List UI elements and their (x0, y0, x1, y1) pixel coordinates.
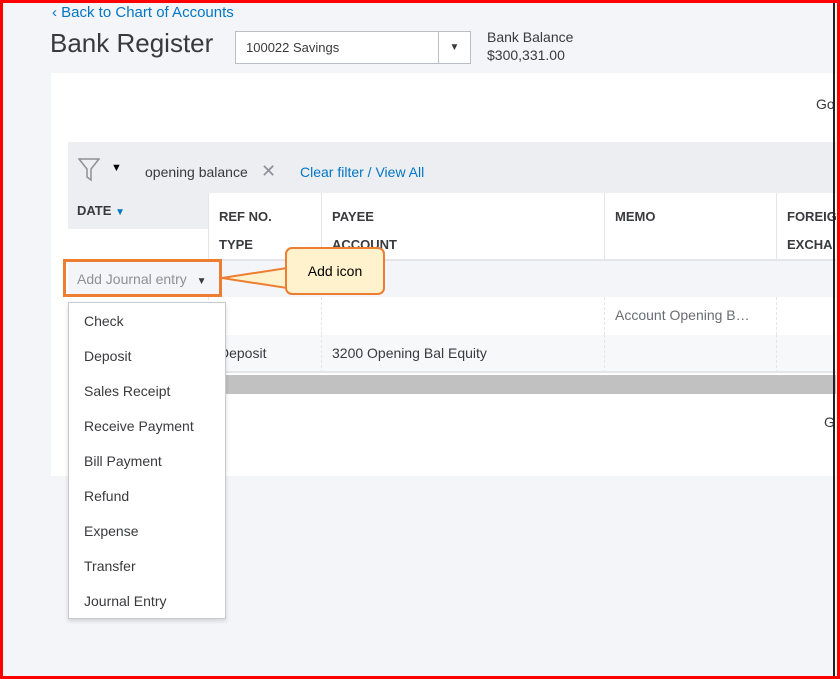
back-to-chart-of-accounts-link[interactable]: ‹ Back to Chart of Accounts (52, 4, 234, 21)
bank-balance-value: $300,331.00 (487, 47, 565, 63)
menu-item-journal-entry[interactable]: Journal Entry (69, 583, 225, 618)
bank-balance-label: Bank Balance (487, 29, 574, 45)
menu-item-expense[interactable]: Expense (69, 513, 225, 548)
menu-item-refund[interactable]: Refund (69, 478, 225, 513)
ref-header: REF NO. (219, 209, 272, 224)
column-header-date[interactable]: DATE ▼ (68, 193, 208, 229)
menu-item-sales-receipt[interactable]: Sales Receipt (69, 373, 225, 408)
filter-caret-icon[interactable]: ▼ (111, 162, 122, 174)
chevron-left-icon: ‹ (52, 4, 62, 21)
menu-item-bill-payment[interactable]: Bill Payment (69, 443, 225, 478)
remove-filter-icon[interactable]: ✕ (261, 161, 276, 182)
menu-item-check[interactable]: Check (69, 303, 225, 338)
cell-foreign (776, 297, 836, 335)
foreign-header: FOREIG (787, 209, 836, 224)
transaction-type-menu: Check Deposit Sales Receipt Receive Paym… (68, 302, 226, 619)
page-title: Bank Register (50, 28, 214, 58)
add-button-label: Add Journal entry (77, 271, 187, 287)
date-header-label: DATE (77, 203, 112, 218)
callout-pointer (221, 266, 288, 290)
clear-filter-link[interactable]: Clear filter / View All (300, 164, 424, 180)
chevron-down-icon[interactable]: ▼ (438, 32, 470, 63)
exchange-header: EXCHA (787, 237, 833, 252)
column-header-foreign: FOREIG EXCHA (776, 193, 836, 259)
go-button[interactable]: Go (816, 96, 835, 112)
menu-item-transfer[interactable]: Transfer (69, 548, 225, 583)
callout-annotation: Add icon (285, 247, 385, 295)
cell-foreign (776, 335, 836, 373)
cell-memo: Account Opening B… (604, 297, 776, 335)
menu-item-receive-payment[interactable]: Receive Payment (69, 408, 225, 443)
memo-header: MEMO (615, 209, 656, 224)
back-link-label: Back to Chart of Accounts (61, 4, 234, 21)
sort-down-icon: ▼ (115, 207, 125, 218)
caret-down-icon: ▼ (196, 276, 207, 287)
cell-payee (321, 297, 604, 335)
account-select-value: 100022 Savings (246, 40, 340, 55)
account-select[interactable]: 100022 Savings ▼ (235, 31, 471, 64)
payee-header: PAYEE (332, 209, 374, 224)
column-header-memo: MEMO (604, 193, 776, 259)
window-edge (833, 0, 835, 679)
filter-chip: opening balance (145, 164, 248, 180)
bank-balance: Bank Balance $300,331.00 (487, 28, 573, 64)
cell-memo (604, 335, 776, 373)
add-journal-entry-button[interactable]: Add Journal entry ▼ (63, 259, 222, 297)
filter-icon[interactable] (78, 158, 100, 182)
cell-account: 3200 Opening Bal Equity (321, 335, 604, 373)
horizontal-scrollbar[interactable] (222, 375, 836, 394)
menu-item-deposit[interactable]: Deposit (69, 338, 225, 373)
